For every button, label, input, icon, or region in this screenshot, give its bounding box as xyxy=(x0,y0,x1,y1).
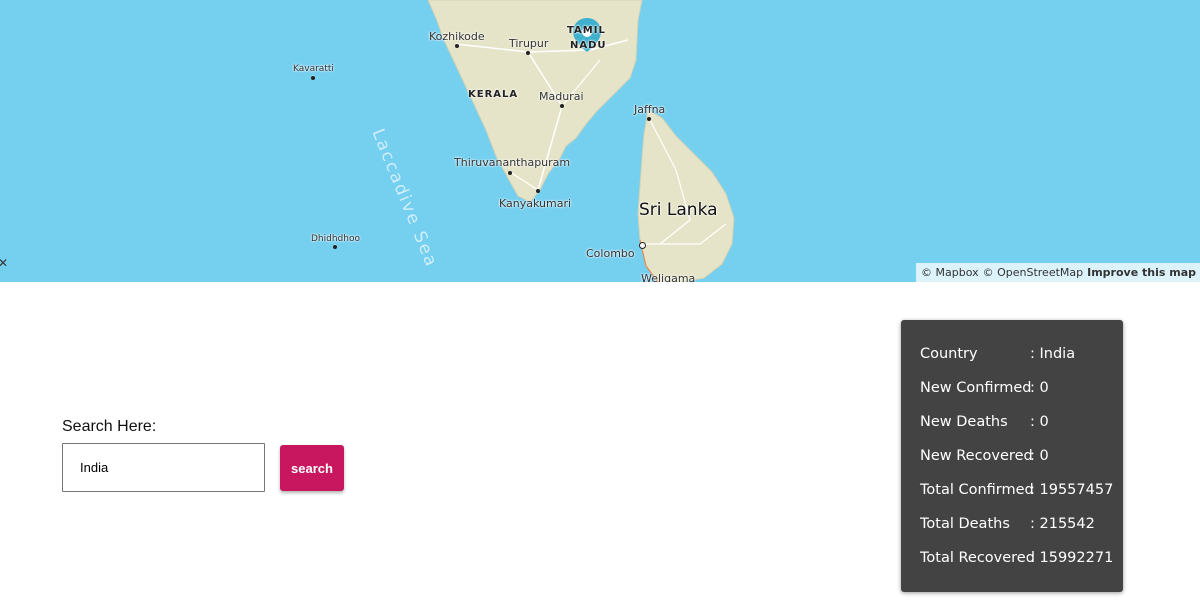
map-attribution: © Mapbox © OpenStreetMap Improve this map xyxy=(916,263,1200,282)
stat-value: : 19557457 xyxy=(1030,482,1114,498)
close-icon[interactable]: ✕ xyxy=(0,256,8,270)
stat-value: : 0 xyxy=(1030,448,1049,464)
stat-label: New Confirmed xyxy=(920,380,1032,396)
capital-dot-icon xyxy=(639,242,646,249)
map-label-colombo: Colombo xyxy=(586,247,635,260)
search-label: Search Here: xyxy=(62,418,157,435)
map-label-kanyakumari: Kanyakumari xyxy=(499,197,572,210)
search-button[interactable]: search xyxy=(280,445,344,491)
stat-label: New Recovered xyxy=(920,448,1033,464)
city-dot-icon xyxy=(508,171,512,175)
stat-label: Country xyxy=(920,346,978,362)
openstreetmap-link[interactable]: © OpenStreetMap xyxy=(983,266,1084,279)
map-label-kozhikode: Kozhikode xyxy=(429,30,485,43)
sri-lanka-landmass xyxy=(637,109,735,282)
city-dot-icon xyxy=(526,51,530,55)
stat-value: : India xyxy=(1030,346,1076,362)
map-label-sri-lanka: Sri Lanka xyxy=(639,200,718,220)
map-label-nadu: NADU xyxy=(570,40,607,51)
stat-value: : 15992271 xyxy=(1030,550,1114,566)
stat-label: Total Recovered xyxy=(920,550,1035,566)
city-dot-icon xyxy=(333,245,337,249)
map-label-kavaratti: Kavaratti xyxy=(293,64,334,74)
country-stats-panel: Country : India New Confirmed : 0 New De… xyxy=(901,320,1123,592)
map-label-jaffna: Jaffna xyxy=(634,103,666,116)
map-label-dhidhdhoo: Dhidhdhoo xyxy=(311,234,360,244)
city-dot-icon xyxy=(455,44,459,48)
stat-label: Total Confirmed xyxy=(920,482,1034,498)
map-label-weligama: Weligama xyxy=(641,272,696,282)
city-dot-icon xyxy=(536,189,540,193)
city-dot-icon xyxy=(311,76,315,80)
map-label-kerala: KERALA xyxy=(468,89,519,100)
search-input[interactable] xyxy=(62,443,265,492)
stat-value: : 0 xyxy=(1030,414,1049,430)
map-label-tirupur: Tirupur xyxy=(509,37,549,50)
mapbox-link[interactable]: © Mapbox xyxy=(921,266,979,279)
map-label-tamil: TAMIL xyxy=(567,25,606,36)
city-dot-icon xyxy=(647,117,651,121)
stat-label: New Deaths xyxy=(920,414,1008,430)
stat-value: : 215542 xyxy=(1030,516,1095,532)
stat-label: Total Deaths xyxy=(920,516,1010,532)
map-view[interactable]: Kozhikode Tirupur Kavaratti TAMIL NADU K… xyxy=(0,0,1200,282)
stat-value: : 0 xyxy=(1030,380,1049,396)
map-label-madurai: Madurai xyxy=(539,90,584,103)
city-dot-icon xyxy=(560,104,564,108)
improve-map-link[interactable]: Improve this map xyxy=(1087,266,1196,279)
map-label-thiruvananthapuram: Thiruvananthapuram xyxy=(454,156,571,169)
